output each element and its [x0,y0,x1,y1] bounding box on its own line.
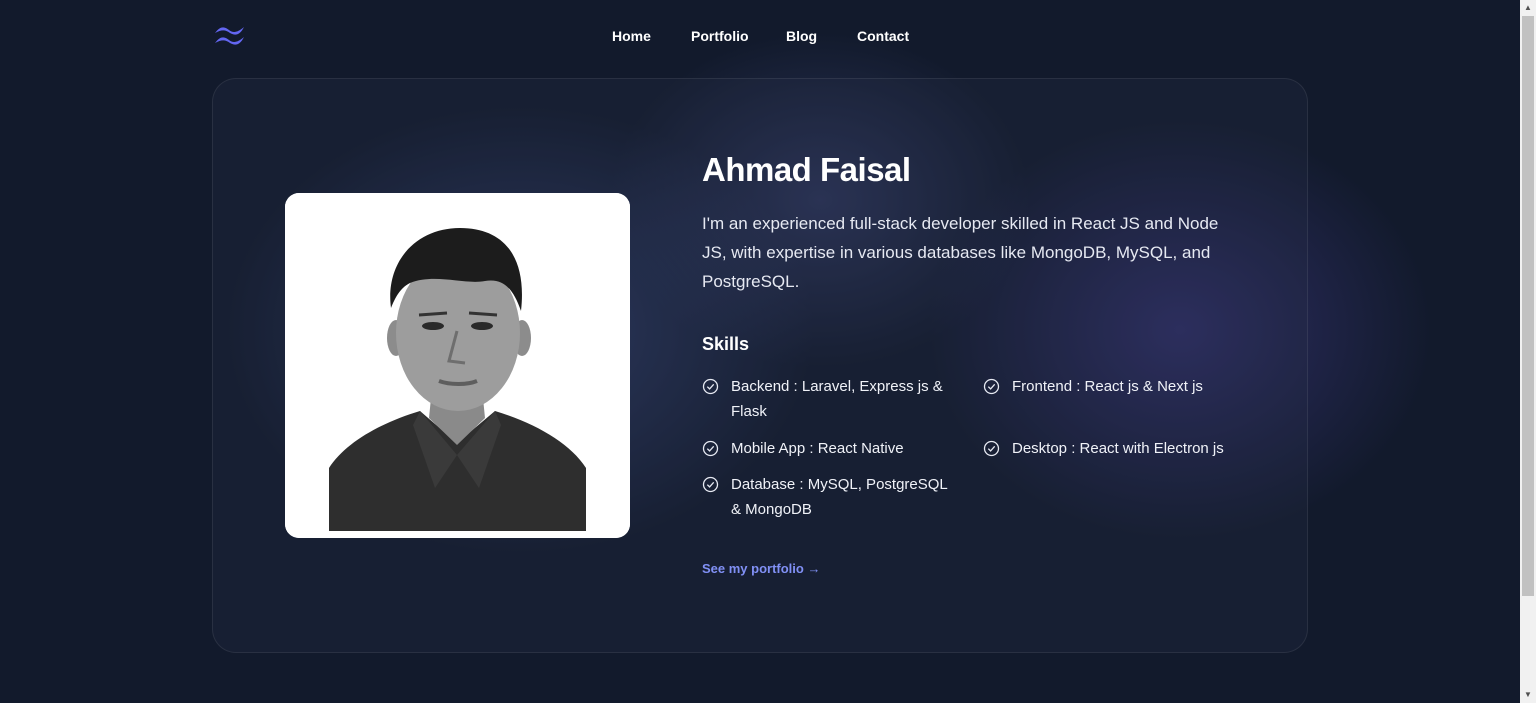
check-circle-icon [702,440,719,457]
skill-label: Database : MySQL, PostgreSQL & MongoDB [731,476,948,518]
skill-item-mobile: Mobile App : React Native [702,436,953,461]
vertical-scrollbar[interactable]: ▲ ▼ [1520,0,1536,703]
nav-portfolio-link[interactable]: Portfolio [691,28,749,44]
profile-intro: I'm an experienced full-stack developer … [702,214,1219,291]
scroll-down-arrow-icon[interactable]: ▼ [1520,687,1536,703]
skills-title: Skills [702,334,750,354]
page-background: Home Portfolio Blog Contact Ahmad Faisal… [0,0,1520,703]
skill-item-frontend: Frontend : React js & Next js [983,374,1272,399]
nav-contact-link[interactable]: Contact [857,28,909,44]
skill-item-backend: Backend : Laravel, Express js & Flask [702,374,953,424]
profile-photo [285,193,630,538]
skill-label: Backend : Laravel, Express js & Flask [731,378,943,420]
profile-name: Ahmad Faisal [702,151,911,188]
skill-label: Frontend : React js & Next js [1012,378,1203,395]
nav-home-link[interactable]: Home [612,28,651,44]
check-circle-icon [702,378,719,395]
wave-logo-icon[interactable] [213,24,247,48]
skill-item-desktop: Desktop : React with Electron js [983,436,1272,461]
check-circle-icon [983,440,1000,457]
check-circle-icon [983,378,1000,395]
skill-label: Mobile App : React Native [731,440,904,457]
see-portfolio-link[interactable]: See my portfolio → [702,561,820,577]
scroll-up-arrow-icon[interactable]: ▲ [1520,0,1536,16]
nav-blog-link[interactable]: Blog [786,28,817,44]
skill-item-database: Database : MySQL, PostgreSQL & MongoDB [702,472,953,522]
check-circle-icon [702,476,719,493]
scrollbar-thumb[interactable] [1522,16,1534,596]
site-header: Home Portfolio Blog Contact [0,0,1520,72]
skill-label: Desktop : React with Electron js [1012,440,1224,457]
